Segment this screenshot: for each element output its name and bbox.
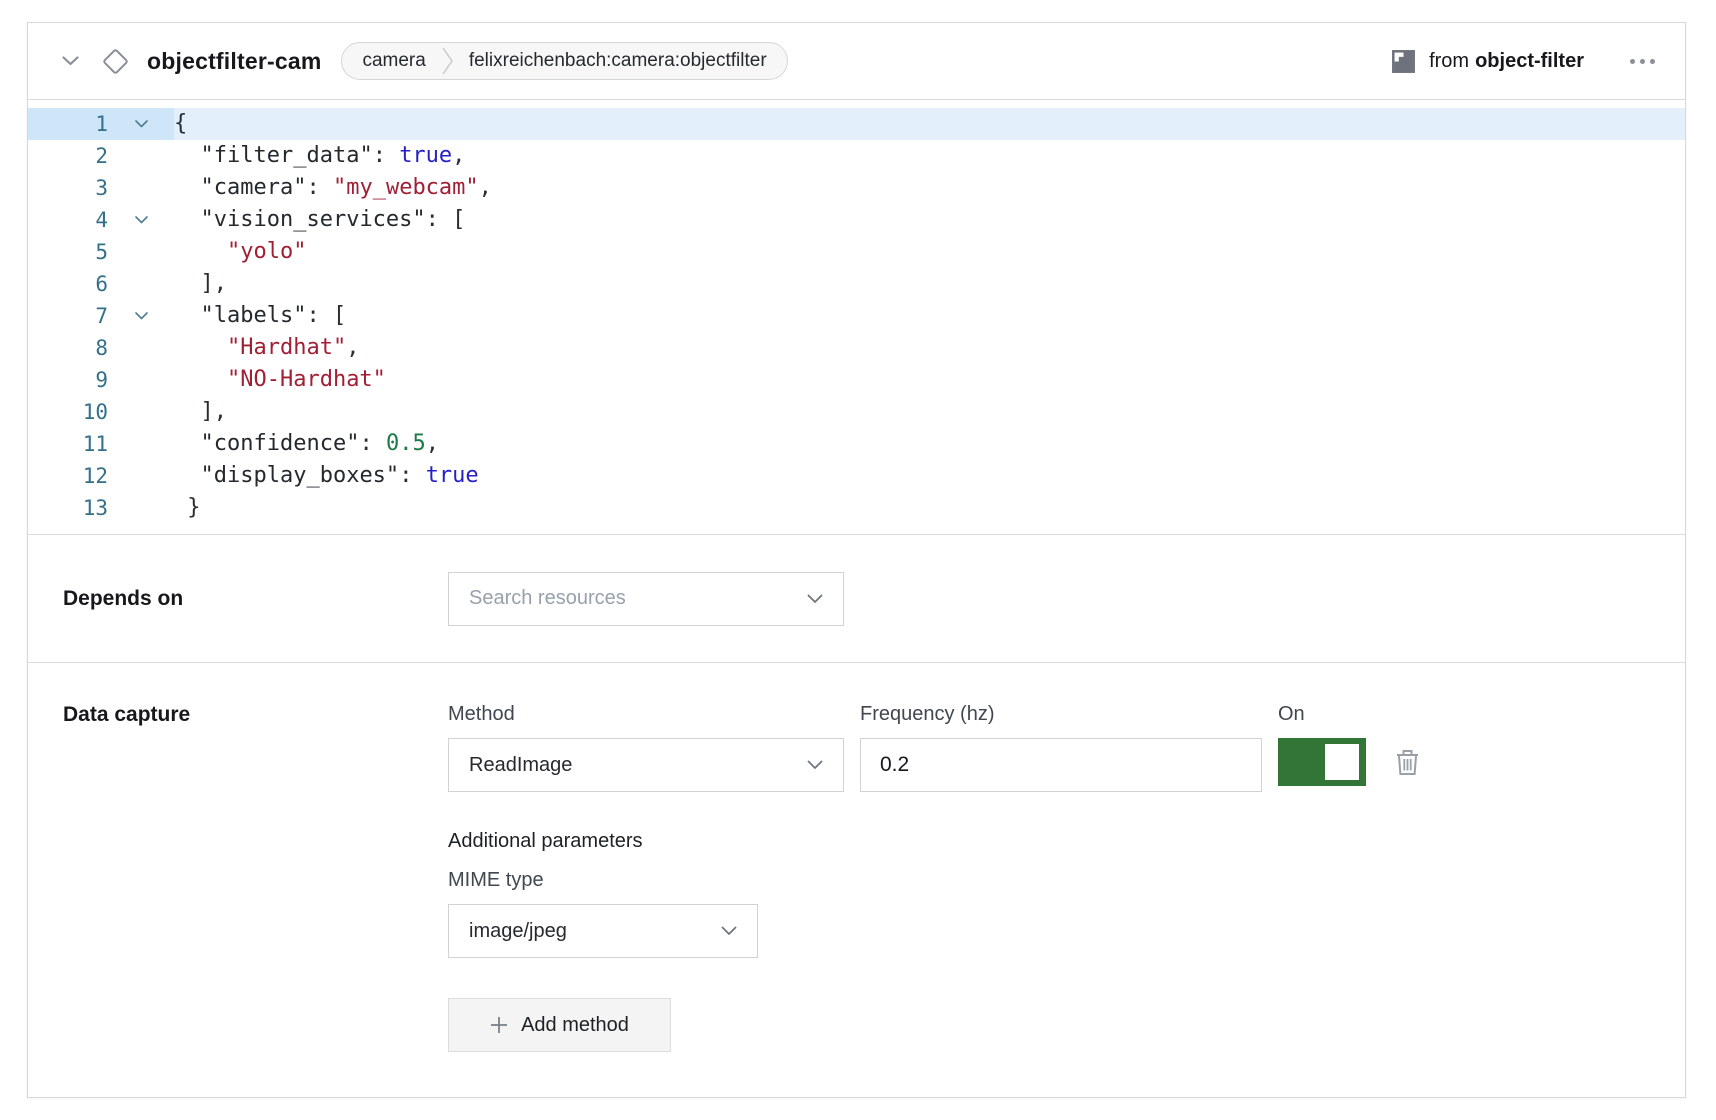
code-line-4[interactable]: 4 "vision_services": [ — [28, 204, 1685, 236]
fold-spacer — [108, 140, 174, 172]
line-number: 3 — [28, 172, 108, 204]
line-number: 12 — [28, 460, 108, 492]
depends-on-heading: Depends on — [63, 587, 183, 610]
depends-on-section: Depends on Search resources — [28, 535, 1685, 662]
method-label: Method — [448, 703, 844, 726]
fold-chevron-icon — [135, 312, 148, 320]
chevron-down-icon — [807, 760, 823, 770]
code-line-7[interactable]: 7 "labels": [ — [28, 300, 1685, 332]
module-name: object-filter — [1475, 50, 1584, 73]
fold-toggle[interactable] — [108, 300, 174, 332]
code-line-2[interactable]: 2 "filter_data": true, — [28, 140, 1685, 172]
code-line-11[interactable]: 11 "confidence": 0.5, — [28, 428, 1685, 460]
resource-card-header: objectfilter-cam camera felixreichenbach… — [28, 23, 1685, 100]
line-number: 2 — [28, 140, 108, 172]
code-text[interactable]: ], — [174, 268, 1685, 300]
code-text[interactable]: } — [174, 492, 1685, 524]
code-line-13[interactable]: 13 } — [28, 492, 1685, 524]
code-text[interactable]: ], — [174, 396, 1685, 428]
resource-type-breadcrumb: camera felixreichenbach:camera:objectfil… — [341, 42, 787, 80]
code-line-1[interactable]: 1{ — [28, 108, 1685, 140]
code-text[interactable]: "labels": [ — [174, 300, 1685, 332]
delete-method-button[interactable] — [1396, 749, 1419, 776]
mime-type-label: MIME type — [448, 869, 1685, 892]
code-text[interactable]: { — [174, 108, 1685, 140]
chevron-down-icon — [721, 926, 737, 936]
fold-spacer — [108, 172, 174, 204]
code-line-8[interactable]: 8 "Hardhat", — [28, 332, 1685, 364]
frequency-label: Frequency (hz) — [860, 703, 1262, 726]
line-number: 4 — [28, 204, 108, 236]
more-options-button[interactable] — [1628, 53, 1657, 70]
mime-type-select[interactable]: image/jpeg — [448, 904, 758, 958]
on-label: On — [1278, 703, 1419, 726]
chevron-down-icon — [807, 594, 823, 604]
code-text[interactable]: "display_boxes": true — [174, 460, 1685, 492]
code-line-12[interactable]: 12 "display_boxes": true — [28, 460, 1685, 492]
fold-spacer — [108, 460, 174, 492]
line-number: 9 — [28, 364, 108, 396]
fold-spacer — [108, 428, 174, 460]
capture-on-toggle[interactable] — [1278, 738, 1366, 786]
code-text[interactable]: "NO-Hardhat" — [174, 364, 1685, 396]
plus-icon — [490, 1016, 508, 1034]
fold-spacer — [108, 396, 174, 428]
fold-chevron-icon — [135, 216, 148, 224]
line-number: 6 — [28, 268, 108, 300]
line-number: 10 — [28, 396, 108, 428]
add-method-button[interactable]: Add method — [448, 998, 671, 1052]
code-text[interactable]: "yolo" — [174, 236, 1685, 268]
fold-spacer — [108, 236, 174, 268]
from-label: from — [1429, 50, 1469, 73]
depends-on-select[interactable]: Search resources — [448, 572, 844, 626]
code-text[interactable]: "Hardhat", — [174, 332, 1685, 364]
code-line-6[interactable]: 6 ], — [28, 268, 1685, 300]
line-number: 5 — [28, 236, 108, 268]
additional-parameters-heading: Additional parameters — [448, 830, 1685, 853]
resource-title: objectfilter-cam — [147, 48, 321, 75]
fold-spacer — [108, 332, 174, 364]
code-text[interactable]: "filter_data": true, — [174, 140, 1685, 172]
data-capture-section: Data capture Method ReadImage Frequency … — [28, 663, 1685, 1052]
fold-spacer — [108, 492, 174, 524]
resource-config-card: objectfilter-cam camera felixreichenbach… — [27, 22, 1686, 1098]
resource-type-tag: camera — [362, 50, 425, 72]
trash-icon — [1396, 749, 1419, 776]
ellipsis-icon — [1630, 59, 1635, 64]
resource-model-tag: felixreichenbach:camera:objectfilter — [469, 50, 767, 72]
code-line-10[interactable]: 10 ], — [28, 396, 1685, 428]
module-source-link[interactable]: from object-filter — [1391, 49, 1584, 74]
fold-spacer — [108, 268, 174, 300]
code-text[interactable]: "vision_services": [ — [174, 204, 1685, 236]
code-line-9[interactable]: 9 "NO-Hardhat" — [28, 364, 1685, 396]
code-line-3[interactable]: 3 "camera": "my_webcam", — [28, 172, 1685, 204]
breadcrumb-separator-icon — [442, 46, 453, 76]
line-number: 13 — [28, 492, 108, 524]
collapse-chevron-icon[interactable] — [60, 51, 80, 71]
chevron-down-icon — [62, 56, 79, 66]
method-value: ReadImage — [469, 754, 807, 777]
code-text[interactable]: "camera": "my_webcam", — [174, 172, 1685, 204]
method-select[interactable]: ReadImage — [448, 738, 844, 792]
fold-toggle[interactable] — [108, 204, 174, 236]
line-number: 1 — [28, 108, 108, 140]
add-method-label: Add method — [521, 1014, 629, 1037]
data-capture-heading: Data capture — [63, 703, 190, 726]
frequency-input[interactable] — [860, 738, 1262, 792]
code-line-5[interactable]: 5 "yolo" — [28, 236, 1685, 268]
line-number: 8 — [28, 332, 108, 364]
fold-spacer — [108, 364, 174, 396]
line-number: 11 — [28, 428, 108, 460]
fold-chevron-icon — [135, 120, 148, 128]
mime-type-value: image/jpeg — [469, 920, 721, 943]
component-diamond-icon — [102, 48, 129, 75]
toggle-knob — [1325, 744, 1359, 780]
code-text[interactable]: "confidence": 0.5, — [174, 428, 1685, 460]
attributes-code-editor[interactable]: 1{2 "filter_data": true,3 "camera": "my_… — [28, 100, 1685, 534]
line-number: 7 — [28, 300, 108, 332]
fold-toggle[interactable] — [108, 108, 174, 140]
depends-on-placeholder: Search resources — [469, 587, 807, 610]
module-icon — [1391, 49, 1416, 74]
